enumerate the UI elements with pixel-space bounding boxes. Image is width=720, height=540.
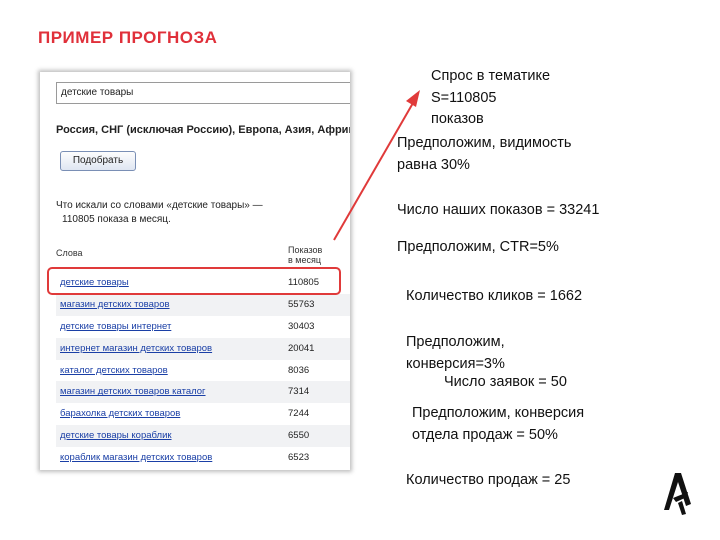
keyword-link[interactable]: магазин детских товаров каталог (60, 386, 206, 397)
search-input[interactable]: детские товары (56, 82, 350, 104)
arrow-cursor-logo-icon (664, 473, 691, 515)
keyword-count: 7314 (288, 386, 310, 398)
demand-line-1: Спрос в тематике (431, 68, 551, 84)
keyword-count: 6523 (288, 452, 310, 464)
slide-title: ПРИМЕР ПРОГНОЗА (38, 28, 218, 47)
clicks-text: Количество кликов = 1662 (406, 288, 583, 304)
keyword-link[interactable]: интернет магазин детских товаров (60, 343, 212, 354)
keyword-link[interactable]: детские товары интернет (60, 321, 171, 332)
highlight-box (47, 267, 341, 295)
table-row: кораблик магазин детских товаров 6523 (56, 447, 350, 469)
keyword-count: 30403 (288, 320, 315, 332)
demand-line-2: S=110805 (431, 90, 497, 106)
visibility-line-2: равна 30% (397, 157, 470, 173)
keyword-count: 6550 (288, 430, 310, 442)
table-row: барахолка детских товаров 7244 (56, 403, 350, 425)
conversion-line-2: конверсия=3% (406, 356, 505, 372)
keyword-count: 55763 (288, 298, 315, 310)
visibility-line-1: Предположим, видимость (397, 135, 572, 151)
keyword-link[interactable]: барахолка детских товаров (60, 408, 180, 419)
table-row: интернет магазин детских товаров 20041 (56, 337, 350, 360)
keyword-count: 20041 (288, 342, 315, 354)
ctr-text: Предположим, CTR=5% (397, 239, 559, 255)
regions-selector[interactable]: Россия, СНГ (исключая Россию), Европа, А… (56, 124, 350, 136)
keyword-count: 8036 (288, 364, 310, 376)
column-header-shows-line2: в месяц (288, 255, 322, 265)
column-header-shows-line1: Показов (288, 245, 323, 255)
table-row: магазин детских товаров каталог 7314 (56, 381, 350, 404)
leads-text: Число заявок = 50 (444, 374, 567, 390)
keyword-link[interactable]: магазин детских товаров (60, 299, 170, 310)
conversion-line-1: Предположим, (406, 334, 505, 350)
keyword-link[interactable]: детские товары кораблик (60, 430, 172, 441)
impressions-text: Число наших показов = 33241 (397, 202, 600, 218)
table-row: каталог детских товаров 8036 (56, 360, 350, 382)
arrow-head (406, 90, 420, 107)
sales-text: Количество продаж = 25 (406, 472, 571, 488)
keyword-link[interactable]: каталог детских товаров (60, 365, 168, 376)
keyword-table: детские товары 110805 магазин детских тов… (56, 272, 350, 469)
query-summary-count: 110805 показа в месяц. (62, 214, 171, 225)
table-row: детские товары кораблик 6550 (56, 425, 350, 448)
keyword-link[interactable]: кораблик магазин детских товаров (60, 452, 212, 463)
keyword-count: 7244 (288, 408, 310, 420)
sales-conversion-line-1: Предположим, конверсия (412, 405, 585, 421)
column-header-shows: Показов в месяц (288, 245, 342, 265)
column-header-words: Слова (56, 248, 83, 258)
pick-button[interactable]: Подобрать (60, 151, 136, 171)
query-summary: Что искали со словами «детские товары» — (56, 200, 263, 211)
table-row: детские товары интернет 30403 (56, 316, 350, 338)
sales-conversion-line-2: отдела продаж = 50% (412, 427, 558, 443)
table-row: магазин детских товаров 55763 (56, 293, 350, 316)
demand-line-3: показов (431, 111, 484, 127)
